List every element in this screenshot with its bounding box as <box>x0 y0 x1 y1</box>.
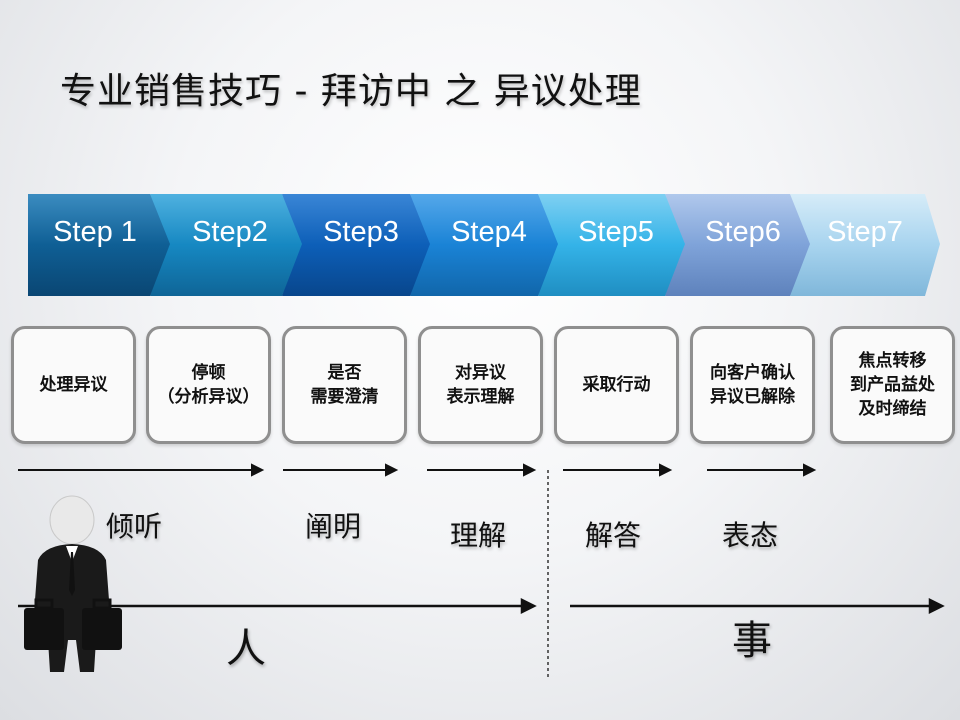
step-label-3: Step3 <box>323 216 399 248</box>
word-understand: 理解 <box>450 519 507 552</box>
step-box-4: 对异议 表示理解 <box>418 326 543 444</box>
step-box-3: 是否 需要澄清 <box>282 326 407 444</box>
step-label-1: Step 1 <box>53 216 137 248</box>
word-listen: 倾听 <box>106 510 163 543</box>
step-box-2: 停顿 （分析异议） <box>146 326 271 444</box>
step-box-6: 向客户确认 异议已解除 <box>690 326 815 444</box>
group-left-label: 人 <box>226 626 266 672</box>
arrow-row <box>18 463 817 477</box>
word-answer: 解答 <box>585 519 642 552</box>
step-label-7: Step7 <box>827 216 903 248</box>
group-right-label: 事 <box>732 618 772 664</box>
word-confirm: 表态 <box>722 519 779 552</box>
step-box-1: 处理异议 <box>11 326 136 444</box>
step-box-5: 采取行动 <box>554 326 679 444</box>
step-label-4: Step4 <box>451 216 527 248</box>
step-label-6: Step6 <box>705 216 781 248</box>
step-box-7: 焦点转移 到产品益处 及时缔结 <box>830 326 955 444</box>
step-label-2: Step2 <box>192 216 268 248</box>
step-label-5: Step5 <box>578 216 654 248</box>
word-clarify: 阐明 <box>305 510 362 543</box>
